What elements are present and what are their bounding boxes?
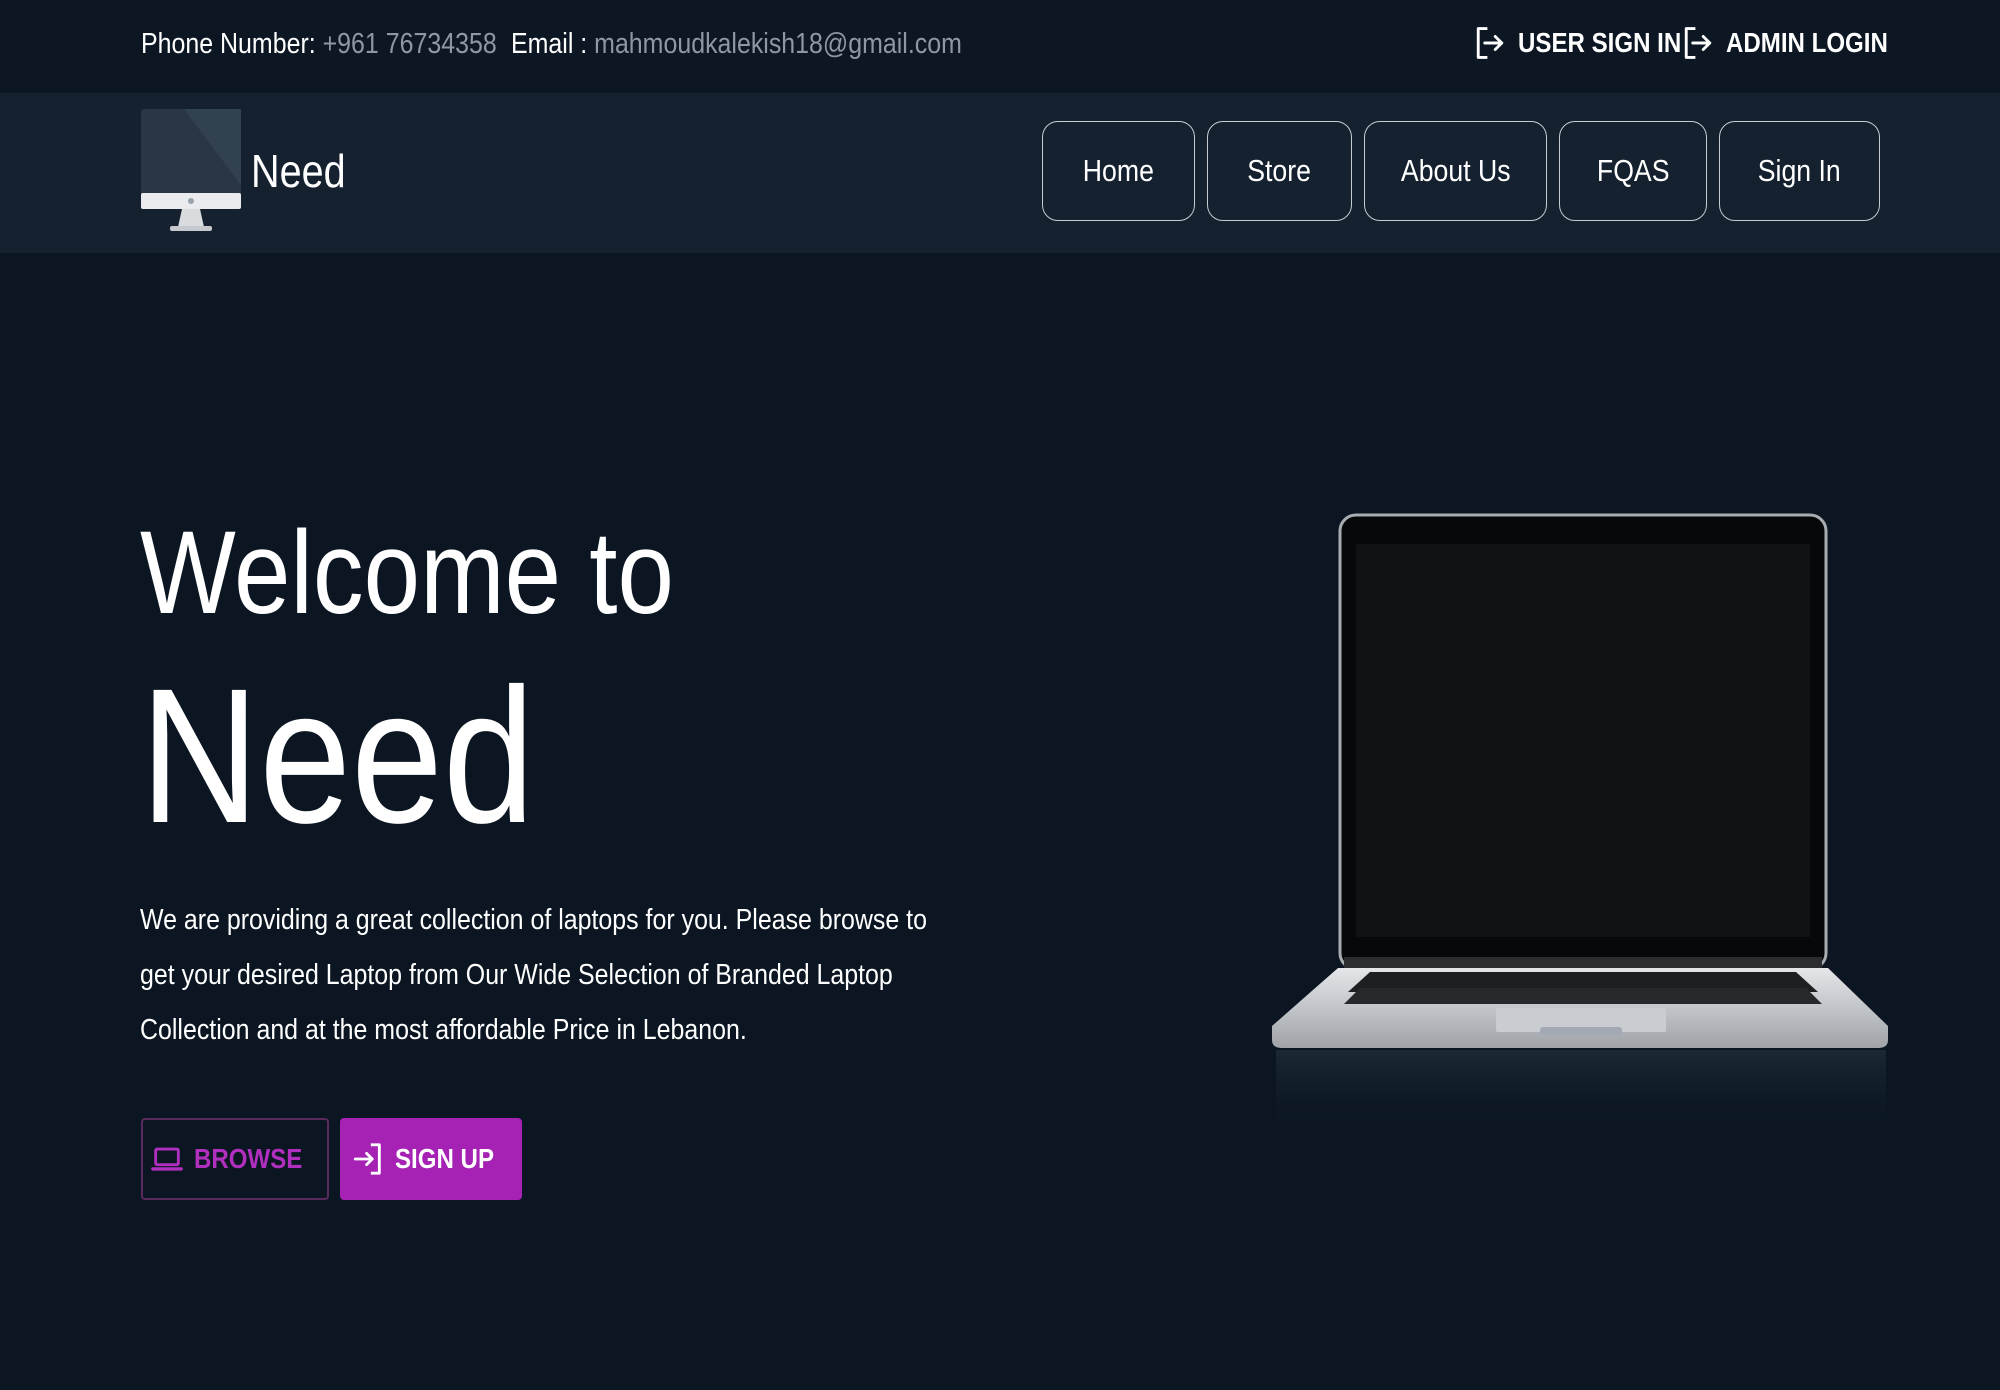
hero-title: Need <box>140 648 535 863</box>
nav-sign-in-button[interactable]: Sign In <box>1719 121 1880 221</box>
hero-description: We are providing a great collection of l… <box>140 904 927 1046</box>
user-sign-in-link[interactable]: USER SIGN IN <box>1474 22 1708 64</box>
top-contact-bar: Phone Number: +961 76734358 Email : mahm… <box>0 0 2000 93</box>
browse-button[interactable]: BROWSE <box>141 1118 329 1200</box>
nav-about-us-button[interactable]: About Us <box>1364 121 1547 221</box>
sign-up-label: SIGN UP <box>395 1143 495 1174</box>
sign-out-arrow-icon <box>1684 27 1712 59</box>
email-address[interactable]: mahmoudkalekish18@gmail.com <box>594 28 962 60</box>
sign-out-arrow-icon <box>1476 27 1504 59</box>
phone-contact: Phone Number: +961 76734358 <box>141 24 555 64</box>
phone-number[interactable]: +961 76734358 <box>323 28 497 60</box>
nav-fqas-button[interactable]: FQAS <box>1559 121 1707 221</box>
laptop-image <box>1272 513 1888 1140</box>
brand-name[interactable]: Need <box>251 143 361 199</box>
email-label: Email : <box>511 28 588 60</box>
laptop-icon <box>151 1147 183 1171</box>
main-navbar: Need Home Store About Us FQAS Sign In <box>0 93 2000 253</box>
user-sign-in-label: USER SIGN IN <box>1518 27 1682 58</box>
admin-login-label: ADMIN LOGIN <box>1726 27 1888 58</box>
phone-label: Phone Number: <box>141 28 316 60</box>
hero-welcome-text: Welcome to <box>140 507 674 639</box>
nav-home-button[interactable]: Home <box>1042 121 1195 221</box>
sign-up-button[interactable]: SIGN UP <box>340 1118 522 1200</box>
email-contact: Email : mahmoudkalekish18@gmail.com <box>511 24 1035 64</box>
nav-store-button[interactable]: Store <box>1207 121 1352 221</box>
sign-in-arrow-icon <box>354 1143 382 1175</box>
desktop-monitor-icon[interactable] <box>140 107 242 233</box>
browse-label: BROWSE <box>194 1143 303 1174</box>
admin-login-link[interactable]: ADMIN LOGIN <box>1682 22 1914 64</box>
